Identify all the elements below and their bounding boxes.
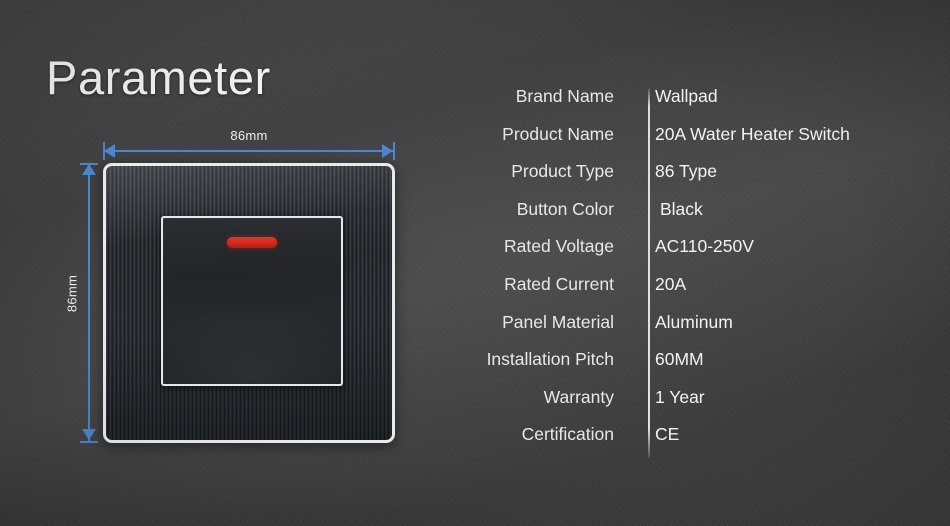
table-row: Product Name 20A Water Heater Switch bbox=[470, 124, 950, 162]
spec-value-panel-material: Aluminum bbox=[655, 311, 733, 332]
spec-value-rated-voltage: AC110-250V bbox=[655, 236, 754, 257]
spec-value-button-color: Black bbox=[660, 198, 703, 219]
table-row: Brand Name Wallpad bbox=[470, 86, 950, 124]
spec-label-warranty: Warranty bbox=[543, 386, 614, 407]
table-row: Installation Pitch 60MM bbox=[470, 349, 950, 387]
spec-value-rated-current: 20A bbox=[655, 273, 687, 294]
table-row: Certification CE bbox=[470, 424, 950, 462]
table-row: Warranty 1 Year bbox=[470, 387, 950, 425]
spec-value-brand-name: Wallpad bbox=[655, 86, 718, 106]
product-figure: 86mm 86mm bbox=[0, 0, 470, 526]
parameter-spec-banner: Parameter 86mm 86mm Brand Name Wallpad P… bbox=[0, 0, 950, 526]
spec-label-product-type: Product Type bbox=[511, 161, 614, 182]
width-dimension-line bbox=[103, 150, 395, 152]
spec-table: Brand Name Wallpad Product Name 20A Wate… bbox=[470, 86, 950, 462]
spec-value-product-type: 86 Type bbox=[655, 161, 717, 182]
spec-label-rated-current: Rated Current bbox=[504, 273, 614, 294]
width-dimension-cap-right bbox=[393, 142, 395, 160]
table-row: Panel Material Aluminum bbox=[470, 312, 950, 350]
height-dimension-label: 86mm bbox=[64, 274, 80, 313]
arrow-up-icon bbox=[82, 164, 96, 175]
spec-label-rated-voltage: Rated Voltage bbox=[504, 236, 614, 257]
spec-label-brand-name: Brand Name bbox=[515, 86, 614, 106]
switch-rocker-button[interactable] bbox=[161, 216, 343, 386]
arrow-down-icon bbox=[82, 429, 96, 440]
spec-label-certification: Certification bbox=[521, 424, 614, 445]
height-dimension-line bbox=[88, 163, 90, 443]
spec-value-product-name: 20A Water Heater Switch bbox=[655, 123, 850, 144]
indicator-light bbox=[227, 237, 277, 248]
spec-value-installation-pitch: 60MM bbox=[655, 349, 704, 370]
spec-value-warranty: 1 Year bbox=[655, 386, 705, 407]
spec-label-button-color: Button Color bbox=[516, 198, 614, 219]
switch-panel bbox=[103, 163, 395, 443]
spec-label-installation-pitch: Installation Pitch bbox=[486, 349, 614, 370]
table-row: Button Color Black bbox=[470, 199, 950, 237]
arrow-right-icon bbox=[382, 144, 393, 158]
table-row: Rated Voltage AC110-250V bbox=[470, 236, 950, 274]
table-row: Rated Current 20A bbox=[470, 274, 950, 312]
spec-value-certification: CE bbox=[655, 424, 680, 445]
spec-label-product-name: Product Name bbox=[502, 123, 614, 144]
arrow-left-icon bbox=[104, 144, 115, 158]
spec-label-panel-material: Panel Material bbox=[502, 311, 614, 332]
width-dimension-label: 86mm bbox=[230, 128, 268, 143]
table-row: Product Type 86 Type bbox=[470, 161, 950, 199]
height-dimension-cap-bottom bbox=[80, 441, 98, 443]
